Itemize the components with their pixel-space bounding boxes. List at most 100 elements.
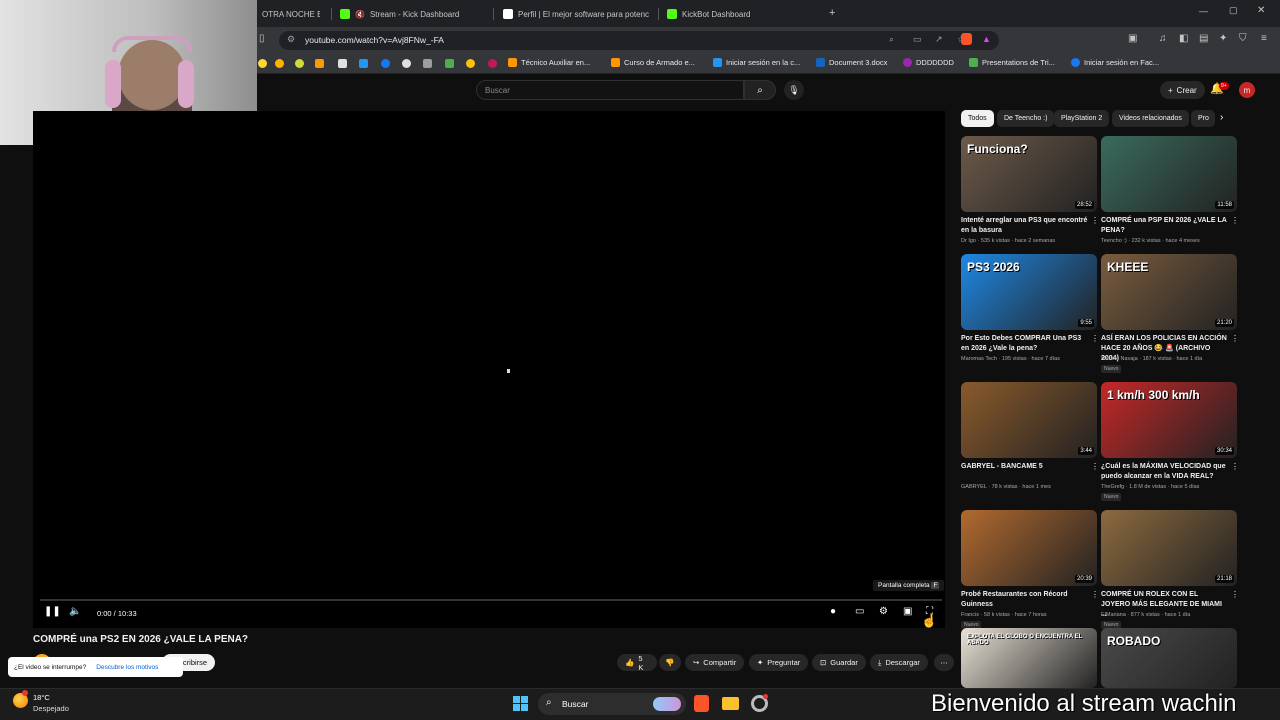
video-thumbnail[interactable]: 21:18 [1101,510,1237,586]
bookmark-iniciar-sesion[interactable]: Iniciar sesión en la c... [713,58,800,67]
bookmark-presentations[interactable]: Presentations de Tri... [969,58,1055,67]
brave-icon[interactable] [694,695,709,712]
video-thumbnail[interactable]: KHEEE 21:20 [1101,254,1237,330]
pause-button[interactable]: ❚❚ [44,606,61,617]
recommendation-title[interactable]: GABRYEL - BANCAME 5 [961,462,1089,472]
more-options-icon[interactable]: ⋮ [1231,334,1239,343]
tab-search-icon[interactable]: ▣ [1128,33,1137,44]
bookmark-curso[interactable]: Curso de Armado e... [611,58,695,67]
bookmark-icon[interactable] [295,59,304,68]
video-thumbnail[interactable]: PS3 2026 9:55 [961,254,1097,330]
more-options-icon[interactable]: ⋮ [1231,590,1239,599]
video-thumbnail[interactable]: 20:39 [961,510,1097,586]
video-thumbnail[interactable]: ROBADO [1101,628,1237,688]
bookmark-icon[interactable] [275,59,284,68]
learn-why-link[interactable]: Descubre los motivos [96,664,158,671]
voice-search-button[interactable]: 🎙 [784,80,804,100]
more-options-icon[interactable]: ⋮ [1231,462,1239,471]
video-thumbnail[interactable]: 3:44 [961,382,1097,458]
chip-de-teencho[interactable]: De Teencho :) [997,110,1055,127]
bookmark-icon[interactable]: ▯ [259,33,265,44]
brave-shield-icon[interactable] [961,33,972,45]
more-actions-button[interactable]: ⋯ [934,654,954,671]
file-explorer-icon[interactable] [722,697,739,710]
dislike-button[interactable]: 👎 [659,654,681,671]
bookmark-icon[interactable] [402,59,411,68]
cast-icon[interactable]: ▭ [913,34,922,45]
bookmark-icon[interactable] [466,59,475,68]
bookmark-ddddddd[interactable]: DDDDDDD [903,58,954,67]
chip-todos[interactable]: Todos [961,110,994,127]
autoplay-toggle[interactable]: ● [830,606,836,617]
start-button[interactable] [513,696,529,712]
video-thumbnail[interactable]: Funciona? 28:52 [961,136,1097,212]
thumbnail-text: PS3 2026 [967,260,1020,274]
video-thumbnail[interactable]: 1 km/h 300 km/h 30:34 [1101,382,1237,458]
chevron-right-icon[interactable]: › [1220,112,1223,123]
bookmark-icon[interactable] [258,59,267,68]
like-button[interactable]: 👍 5 K [617,654,657,672]
zoom-icon[interactable]: ⌕ [889,34,894,45]
more-options-icon[interactable]: ⋮ [1091,590,1099,599]
tab-perfil[interactable]: Perfil | El mejor software para potenc [503,4,653,24]
more-options-icon[interactable]: ⋮ [1091,462,1099,471]
tab-kick-dashboard[interactable]: 🔇 Stream - Kick Dashboard [340,4,485,24]
more-options-icon[interactable]: ⋮ [1091,216,1099,225]
chip-pro[interactable]: Pro [1191,110,1215,127]
facebook-icon[interactable] [381,59,390,68]
bookmark-facebook[interactable]: Iniciar sesión en Fac... [1071,58,1159,67]
url-field[interactable]: ⚙ youtube.com/watch?v=Avj8FNw_-FA ⌕ ▭ ↗ … [279,31,999,50]
recommendation-title[interactable]: ¿Cuál es la MÁXIMA VELOCIDAD que puedo a… [1101,462,1229,482]
video-thumbnail[interactable]: 11:58 [1101,136,1237,212]
more-options-icon[interactable]: ⋮ [1091,334,1099,343]
site-info-icon[interactable]: ⚙ [287,34,295,45]
recommendation-meta: Maromas Tech · 195 vistas · hace 7 días [961,356,1060,362]
recommendation-title[interactable]: COMPRÉ una PSP EN 2026 ¿VALE LA PENA? [1101,216,1229,236]
recommendation-title[interactable]: Por Esto Debes COMPRAR Una PS3 en 2026 ¿… [961,334,1089,354]
sidebar-icon[interactable]: ◧ [1179,33,1188,44]
new-tab-button[interactable]: + [829,7,835,19]
share-button[interactable]: ↪ Compartir [685,654,745,671]
video-player[interactable] [33,111,945,628]
restore-button[interactable]: ▢ [1229,5,1238,16]
leo-icon[interactable]: ✦ [1219,33,1227,44]
windows-icon[interactable] [359,59,368,68]
ask-button[interactable]: ✦ Preguntar [749,654,809,671]
tab-otra-noche[interactable]: OTRA NOCHE EN [262,4,320,24]
search-input[interactable]: Buscar [476,80,744,100]
progress-bar[interactable] [40,599,942,601]
chip-playstation-2[interactable]: PlayStation 2 [1054,110,1110,127]
recommendation-meta: TheGrefg · 1.8 M de vistas · hace 5 días [1101,484,1200,490]
minimize-button[interactable]: — [1199,6,1208,16]
recommendation-title[interactable]: Intenté arreglar una PS3 que encontré en… [961,216,1089,236]
avatar[interactable]: m [1239,82,1255,98]
create-button[interactable]: + Crear [1160,81,1205,99]
tab-kickbot[interactable]: KickBot Dashboard [667,4,817,24]
miniplayer-button[interactable]: ▣ [903,606,912,617]
settings-button[interactable]: ⚙ [879,606,888,617]
brave-rewards-icon[interactable]: ▲ [982,34,991,44]
chip-videos-relacionados[interactable]: Videos relacionados [1112,110,1189,127]
video-thumbnail[interactable]: EXPLOTA EL GLOBO O ENCUENTRA EL ASADO [961,628,1097,688]
bookmark-icon[interactable] [315,59,324,68]
vpn-icon[interactable]: ⛉ [1239,33,1247,44]
bookmark-icon[interactable] [338,59,347,68]
bookmark-icon[interactable] [488,59,497,68]
thumbnail-text: Funciona? [967,142,1028,156]
share-icon[interactable]: ↗ [935,34,943,45]
menu-icon[interactable]: ≡ [1261,33,1267,44]
save-button[interactable]: ⊡ Guardar [812,654,866,671]
bookmark-icon[interactable] [445,59,454,68]
bookmark-tecnico[interactable]: Técnico Auxiliar en... [508,58,590,67]
volume-button[interactable]: 🔈 [69,606,81,617]
close-window-button[interactable]: ✕ [1257,5,1265,16]
more-options-icon[interactable]: ⋮ [1231,216,1239,225]
wallet-icon[interactable]: ▤ [1199,33,1208,44]
recommendation-title[interactable]: Probé Restaurantes con Récord Guinness [961,590,1089,610]
download-button[interactable]: ⤓ Descargar [870,654,928,671]
search-button[interactable]: ⌕ [744,80,776,100]
bookmark-document[interactable]: Document 3.docx [816,58,887,67]
music-icon[interactable]: ♫ [1159,33,1167,44]
subtitles-button[interactable]: ▭ [855,606,864,617]
bookmark-icon[interactable] [423,59,432,68]
